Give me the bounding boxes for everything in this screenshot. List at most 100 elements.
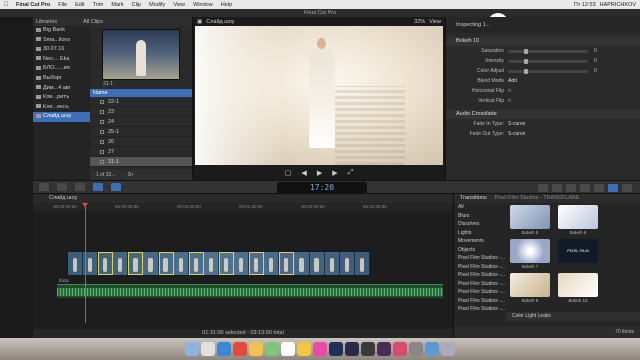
playhead[interactable] <box>82 203 88 323</box>
clips-filter[interactable]: All Clips <box>83 19 103 25</box>
after-effects-icon[interactable] <box>377 342 391 356</box>
transition-tile[interactable]: Bokeh 7 <box>510 239 550 269</box>
category-item[interactable]: Pixel Film Studios -... <box>454 271 506 280</box>
timeline-clip[interactable] <box>218 252 235 275</box>
app-store-icon[interactable] <box>425 342 439 356</box>
checkbox-icon[interactable] <box>100 159 104 164</box>
zoom-level[interactable]: 32% <box>414 19 425 25</box>
transition-tile[interactable]: Bokeh 6 <box>558 205 598 235</box>
launchpad-icon[interactable] <box>201 342 215 356</box>
microphone-icon[interactable] <box>39 183 49 191</box>
fade-in-select[interactable]: S-curve <box>508 121 525 127</box>
library-item[interactable]: Выборг <box>33 74 90 84</box>
transition-folder[interactable]: Color Light Leaks <box>506 312 640 321</box>
library-item[interactable]: Дим...4 авг <box>33 84 90 94</box>
menu-clip[interactable]: Clip <box>128 2 145 8</box>
library-item[interactable]: 30.07.16 <box>33 45 90 55</box>
list-item-selected[interactable]: 31-1 <box>90 157 192 167</box>
timeline-ruler[interactable]: 00:00:00:00 00:00:30:00 00:01:00:00 00:0… <box>33 203 453 211</box>
list-item[interactable]: 22-1 <box>90 97 192 107</box>
list-item[interactable]: 26 <box>90 137 192 147</box>
safari-icon[interactable] <box>217 342 231 356</box>
viewer-canvas[interactable] <box>195 26 443 165</box>
category-item[interactable]: Blurs <box>454 212 506 221</box>
menu-mark[interactable]: Mark <box>107 2 127 8</box>
category-item[interactable]: Lights <box>454 229 506 238</box>
library-item-selected[interactable]: Слайд шоу <box>33 112 90 122</box>
timeline-clip[interactable] <box>294 252 310 275</box>
timeline-clip[interactable] <box>68 252 84 275</box>
timeline-clip[interactable] <box>113 252 129 275</box>
library-item[interactable]: Nev.... Eka <box>33 55 90 65</box>
timecode-display[interactable]: 17:20 <box>277 182 367 193</box>
timeline-clip[interactable] <box>158 252 174 275</box>
transition-tile[interactable]: Bokeh 9 <box>510 273 550 303</box>
list-header-name[interactable]: Name <box>90 89 192 97</box>
menu-view[interactable]: View <box>169 2 189 8</box>
transition-tile[interactable]: Bokeh 5 <box>510 205 550 235</box>
messages-icon[interactable] <box>265 342 279 356</box>
checkbox-icon[interactable] <box>100 119 104 124</box>
checkbox-icon[interactable] <box>100 149 104 154</box>
insert-clip-icon[interactable] <box>75 183 85 191</box>
mail-icon[interactable] <box>249 342 263 356</box>
menu-window[interactable]: Window <box>189 2 217 8</box>
category-item[interactable]: Pixel Film Studios -... <box>454 288 506 297</box>
user-name[interactable]: HAPRICHKOV <box>600 2 636 8</box>
category-item[interactable]: Pixel Film Studios -... <box>454 280 506 289</box>
photos-icon[interactable] <box>313 342 327 356</box>
effects-icon[interactable] <box>622 184 632 192</box>
timeline-clip[interactable] <box>264 252 280 275</box>
timeline-clip[interactable] <box>98 252 114 275</box>
photoshop-icon[interactable] <box>329 342 343 356</box>
timeline-clip[interactable] <box>128 252 144 275</box>
append-clip-icon[interactable] <box>93 183 103 191</box>
timeline-clip[interactable] <box>249 252 265 275</box>
category-item[interactable]: Pixel Film Studios -... <box>454 305 506 314</box>
timeline-clip[interactable] <box>279 252 295 275</box>
select-tool-icon[interactable] <box>111 183 121 191</box>
timeline-clip[interactable] <box>234 252 250 275</box>
category-item[interactable]: Movements <box>454 237 506 246</box>
titles-icon[interactable] <box>580 184 590 192</box>
chrome-icon[interactable] <box>233 342 247 356</box>
checkbox-icon[interactable] <box>100 99 104 104</box>
transform-icon[interactable] <box>538 184 548 192</box>
apple-icon[interactable]:  <box>0 2 12 8</box>
checkbox-icon[interactable] <box>100 109 104 114</box>
itunes-icon[interactable] <box>393 342 407 356</box>
list-item[interactable]: 27 <box>90 147 192 157</box>
timeline-clip[interactable] <box>325 252 340 275</box>
menu-help[interactable]: Help <box>217 2 236 8</box>
finder-icon[interactable] <box>185 342 199 356</box>
fullscreen-icon[interactable]: ⤢ <box>348 169 354 177</box>
video-track[interactable] <box>67 251 371 276</box>
category-item[interactable]: Dissolves <box>454 220 506 229</box>
trash-icon[interactable] <box>441 342 455 356</box>
category-item[interactable]: Objects <box>454 246 506 255</box>
menu-trim[interactable]: Trim <box>89 2 108 8</box>
transition-tile[interactable]: Bokeh 10 <box>558 273 598 303</box>
timeline-clip[interactable] <box>310 252 325 275</box>
previous-frame-icon[interactable]: ◀ <box>301 169 306 177</box>
vertical-flip-checkbox[interactable]: □ <box>508 98 511 104</box>
view-menu[interactable]: View <box>429 19 441 25</box>
timeline-clip[interactable] <box>355 252 370 275</box>
horizontal-flip-checkbox[interactable]: □ <box>508 88 511 94</box>
timeline-clip[interactable] <box>174 252 189 275</box>
timeline-clip[interactable] <box>204 252 219 275</box>
category-item[interactable]: All <box>454 203 506 212</box>
clip-thumbnail[interactable] <box>102 29 180 80</box>
blend-mode-select[interactable]: Add <box>508 78 517 84</box>
fade-out-select[interactable]: S-curve <box>508 131 525 137</box>
transitions-icon[interactable] <box>608 184 618 192</box>
checkbox-icon[interactable] <box>100 139 104 144</box>
transition-tile[interactable]: PIXEL FILM STUDIOSBokeh 8 <box>558 239 598 278</box>
play-icon[interactable]: ▶ <box>317 169 322 177</box>
menu-modify[interactable]: Modify <box>145 2 169 8</box>
premiere-icon[interactable] <box>345 342 359 356</box>
generators-icon[interactable] <box>594 184 604 192</box>
menu-file[interactable]: File <box>54 2 71 8</box>
settings-icon[interactable] <box>409 342 423 356</box>
category-item[interactable]: Pixel Film Studios -... <box>454 254 506 263</box>
